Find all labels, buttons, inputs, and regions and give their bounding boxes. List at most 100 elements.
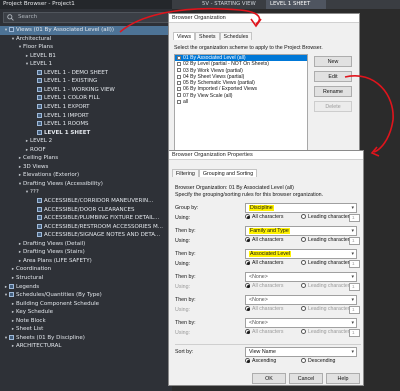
leading-characters-radio[interactable]: Leading characters [301,237,352,244]
tab-sheets[interactable]: Sheets [195,32,220,40]
checkbox[interactable] [177,99,181,104]
tree-item[interactable]: ▸ LEVEL 2 [0,137,172,146]
sort-by-select[interactable]: View Name ▾ [245,347,357,357]
tree-item[interactable]: LEVEL 1 - EXISTING [0,77,172,86]
group-select[interactable]: <None> ▾ [245,318,357,328]
tree-item[interactable]: LEVEL 1 SHEET [0,129,172,138]
tab-level-1-sheet[interactable]: LEVEL 1 SHEET [266,0,326,9]
leading-characters-stepper[interactable]: 1 [349,283,360,291]
all-characters-radio[interactable]: All characters [245,283,283,290]
cancel-button[interactable]: Cancel [289,373,323,384]
tree-item[interactable]: ▸ Elevations (Exterior) [0,171,172,180]
org-scheme-label: 04 By Sheet Views (partial) [183,73,245,80]
tree-item[interactable]: ACCESSIBLE/SIGNAGE NOTES AND DETA... [0,231,172,240]
ascending-radio[interactable]: Ascending [245,358,276,365]
leading-characters-stepper[interactable]: 1 [349,260,360,268]
leading-characters-label: Leading characters [308,260,353,266]
tree-item-label: 3D Views [23,163,49,170]
tree-item[interactable]: ACCESSIBLE/RESTROOM ACCESSORIES M... [0,223,172,232]
checkbox[interactable] [177,74,181,79]
all-characters-radio[interactable]: All characters [245,260,283,267]
tree-item-label: Drafting Views (Detail) [23,240,86,247]
group-select[interactable]: Family and Type ▾ [245,226,357,236]
tree-item[interactable]: ▸ Sheet List [0,325,172,334]
tree-item[interactable]: ▸ 3D Views [0,163,172,172]
checkbox[interactable] [177,61,181,66]
tree-item[interactable]: ▸ Key Schedule [0,308,172,317]
tree-item[interactable]: LEVEL 1 - DEMO SHEET [0,69,172,78]
tab-filtering[interactable]: Filtering [172,169,199,177]
search-input[interactable]: Search [3,12,170,23]
tree-item[interactable]: ▸ Structural [0,274,172,283]
tree-item[interactable]: ▾ Schedules/Quantities (By Type) [0,291,172,300]
tab-views[interactable]: Views [173,32,196,40]
help-button[interactable]: Help [326,373,360,384]
leading-characters-stepper[interactable]: 1 [349,329,360,337]
tree-item[interactable]: ▾ Views (01 By Associated Level (all)) [0,26,172,35]
tree-item[interactable]: LEVEL 1 IMPORT [0,112,172,121]
checkbox[interactable] [177,68,181,73]
all-characters-radio[interactable]: All characters [245,214,283,221]
checkbox[interactable] [177,55,181,60]
view-icon [37,69,42,75]
tree-item[interactable]: ▾??? [0,188,172,197]
leading-characters-radio[interactable]: Leading characters [301,306,352,313]
tree-item[interactable]: LEVEL 1 ROOMS [0,120,172,129]
checkbox[interactable] [177,93,181,98]
tab-starting-view[interactable]: 5V - STARTING VIEW [198,0,264,9]
leading-characters-radio[interactable]: Leading characters [301,283,352,290]
tree-item[interactable]: ▸ Building Component Schedule [0,300,172,309]
tab-schedules[interactable]: Schedules [219,32,253,40]
tree-item[interactable]: ▾ Floor Plans [0,43,172,52]
group-select[interactable]: <None> ▾ [245,295,357,305]
tree-item-label: ACCESSIBLE/RESTROOM ACCESSORIES M... [44,223,163,230]
tree-item[interactable]: ▸ Drafting Views (Stairs) [0,248,172,257]
delete-button[interactable]: Delete [314,101,352,112]
leading-characters-stepper[interactable]: 1 [349,214,360,222]
group-select[interactable]: Discipline ▾ [245,203,357,213]
ok-button[interactable]: OK [252,373,286,384]
all-characters-radio[interactable]: All characters [245,237,283,244]
radio-dot [301,306,306,312]
checkbox[interactable] [177,80,181,85]
tree-item[interactable]: ACCESSIBLE/DOOR CLEARANCES [0,206,172,215]
leading-characters-radio[interactable]: Leading characters [301,329,352,336]
radio-dot [301,329,306,335]
tree-item[interactable]: ▸ Note Block [0,317,172,326]
tree-item[interactable]: ▸ LEVEL B1 [0,52,172,61]
tree-item[interactable]: ▸ Area Plans (LIFE SAFETY) [0,257,172,266]
org-scheme-list[interactable]: 01 By Associated Level (all) 02 By Level … [174,54,308,164]
tab-grouping-sorting[interactable]: Grouping and Sorting [198,169,258,177]
tree-item[interactable]: ▾ Architectural [0,35,172,44]
all-characters-radio[interactable]: All characters [245,306,283,313]
project-browser-panel: Project Browser - Project1 Search ▾ Views… [0,0,172,391]
group-select[interactable]: Associated Level ▾ [245,249,357,259]
edit-button[interactable]: Edit [314,71,352,82]
tree-item[interactable]: ▸ Ceiling Plans [0,154,172,163]
tree-item[interactable]: ▸ Legends [0,283,172,292]
tree-item[interactable]: LEVEL 1 EXPORT [0,103,172,112]
tree-item[interactable]: ▸ Coordination [0,265,172,274]
checkbox[interactable] [177,87,181,92]
tree-item[interactable]: LEVEL 1 - WORKING VIEW [0,86,172,95]
leading-characters-radio[interactable]: Leading characters [301,260,352,267]
org-scheme-item[interactable]: all [175,99,307,105]
tree-item[interactable]: ▸ ROOF [0,146,172,155]
all-characters-radio[interactable]: All characters [245,329,283,336]
tree-item[interactable]: ACCESSIBLE/CORRIDOR MANEUVERIN... [0,197,172,206]
tree-item[interactable]: ▸ Drafting Views (Detail) [0,240,172,249]
group-select[interactable]: <None> ▾ [245,272,357,282]
tree-item[interactable]: ▾ Drafting Views (Accessibility) [0,180,172,189]
leading-characters-stepper[interactable]: 1 [349,306,360,314]
leading-characters-stepper[interactable]: 1 [349,237,360,245]
tree-item[interactable]: LEVEL 1 COLOR FILL [0,94,172,103]
tree-item[interactable]: ▾ Sheets (01 By Discipline) [0,334,172,343]
rename-button[interactable]: Rename [314,86,352,97]
leading-characters-radio[interactable]: Leading characters [301,214,352,221]
tree-item[interactable]: ACCESSIBLE/PLUMBING FIXTURE DETAIL... [0,214,172,223]
new-button[interactable]: New [314,56,352,67]
tree-item[interactable]: ▸ ARCHITECTURAL [0,342,172,351]
tree-item-label: Note Block [16,317,46,324]
tree-item[interactable]: ▾ LEVEL 1 [0,60,172,69]
descending-radio[interactable]: Descending [301,358,335,365]
